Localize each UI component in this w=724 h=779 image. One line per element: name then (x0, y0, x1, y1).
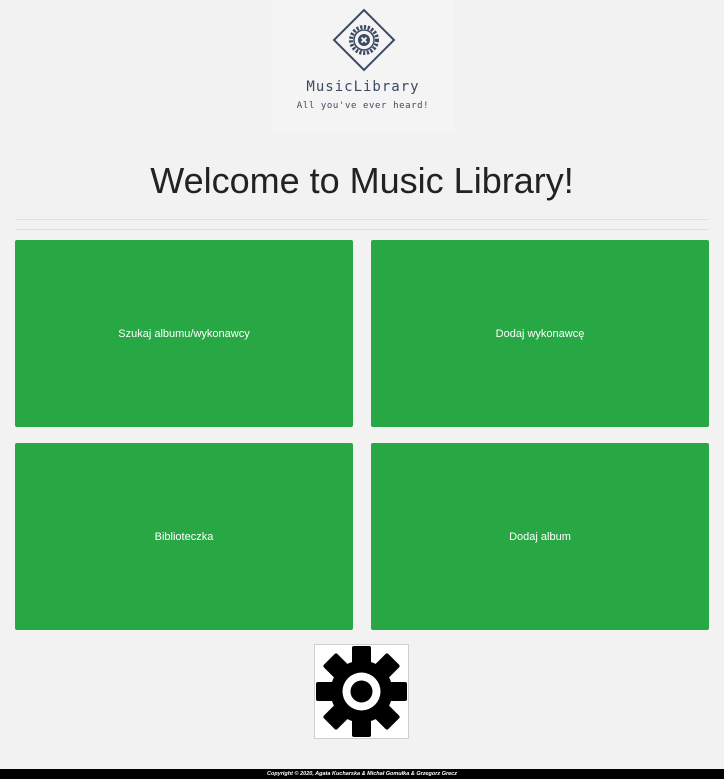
add-artist-button[interactable]: Dodaj wykonawcę (371, 240, 709, 427)
divider (15, 219, 709, 220)
add-album-button[interactable]: Dodaj album (371, 443, 709, 630)
search-album-artist-button[interactable]: Szukaj albumu/wykonawcy (15, 240, 353, 427)
logo-tagline: All you've ever heard! (296, 101, 430, 111)
logo-name: MusicLibrary (306, 79, 420, 95)
site-logo: MusicLibrary All you've ever heard! (272, 0, 454, 133)
copyright-text: Copyright © 2020, Agata Kucharska & Mich… (267, 771, 457, 777)
vinyl-record-icon (332, 8, 396, 72)
footer: Copyright © 2020, Agata Kucharska & Mich… (0, 769, 724, 779)
library-button[interactable]: Biblioteczka (15, 443, 353, 630)
gear-icon (316, 646, 407, 737)
settings-button[interactable] (315, 645, 408, 738)
divider (15, 229, 709, 230)
page-title: Welcome to Music Library! (150, 160, 574, 201)
